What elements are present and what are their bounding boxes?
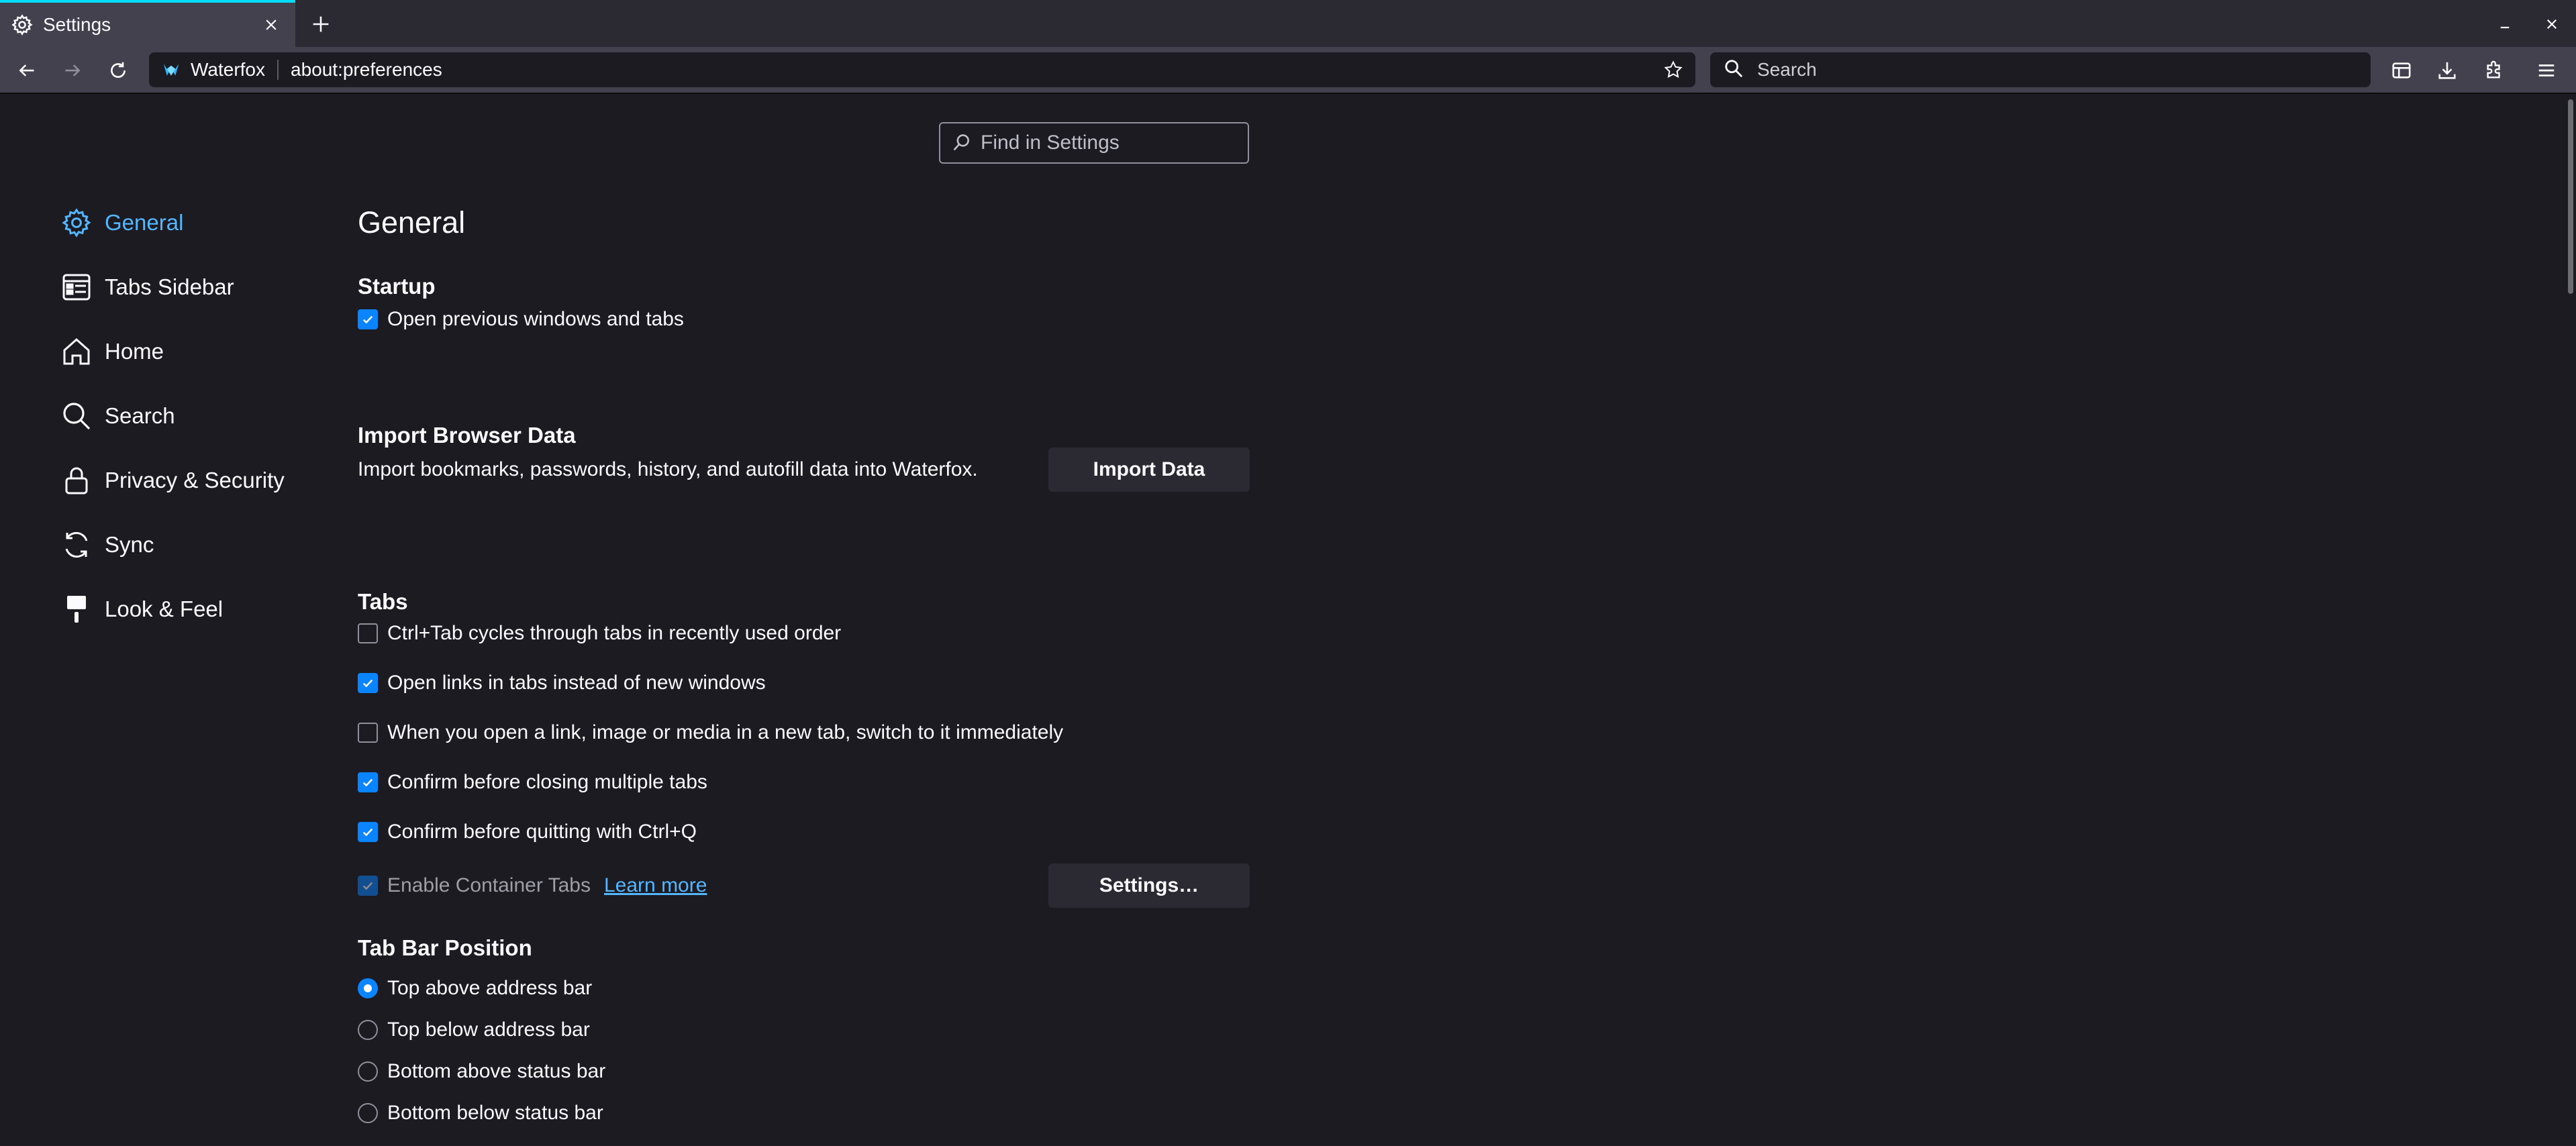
gear-icon xyxy=(11,13,34,36)
minimize-button[interactable] xyxy=(2491,11,2518,38)
preferences-page: General Tabs Sidebar Home Search Privacy… xyxy=(0,94,2576,1146)
radio-row[interactable]: Bottom below status bar xyxy=(358,1098,603,1128)
ctrl-tab-checkbox-row[interactable]: Ctrl+Tab cycles through tabs in recently… xyxy=(358,619,841,648)
hamburger-menu-icon xyxy=(2536,60,2557,81)
top-below-radio[interactable] xyxy=(358,1020,378,1040)
tabs-sidebar-icon xyxy=(59,270,94,305)
learn-more-link[interactable]: Learn more xyxy=(604,874,707,897)
forward-button[interactable] xyxy=(56,55,89,86)
category-home[interactable]: Home xyxy=(59,331,164,372)
radio-row[interactable]: Top above address bar xyxy=(358,974,592,1003)
radio-row[interactable]: Top below address bar xyxy=(358,1015,590,1045)
url-bar[interactable]: Waterfox about:preferences xyxy=(149,52,1695,87)
tab-settings[interactable]: Settings xyxy=(0,0,295,47)
gear-icon xyxy=(59,205,94,240)
waterfox-logo-icon xyxy=(161,60,181,80)
url-text[interactable]: about:preferences xyxy=(291,59,1656,81)
lock-icon xyxy=(59,463,94,498)
category-label: Look & Feel xyxy=(105,596,224,621)
container-tabs-checkbox[interactable] xyxy=(358,876,378,896)
sidebar-icon xyxy=(2391,60,2412,81)
category-privacy-security[interactable]: Privacy & Security xyxy=(59,460,285,501)
switch-to-tab-checkbox-row[interactable]: When you open a link, image or media in … xyxy=(358,718,1063,747)
category-label: Search xyxy=(105,403,175,428)
category-search[interactable]: Search xyxy=(59,396,175,436)
tab-title: Settings xyxy=(43,14,111,35)
checkbox-label: Enable Container Tabs xyxy=(387,874,591,896)
find-in-settings[interactable] xyxy=(939,122,1249,164)
category-tabs-sidebar[interactable]: Tabs Sidebar xyxy=(59,267,234,307)
radio-label: Top below address bar xyxy=(387,1019,590,1041)
search-icon xyxy=(59,399,94,433)
app-menu-button[interactable] xyxy=(2530,55,2563,86)
confirm-close-tabs-checkbox[interactable] xyxy=(358,772,378,792)
close-window-button[interactable] xyxy=(2538,11,2565,38)
navigation-toolbar: Waterfox about:preferences xyxy=(0,47,2576,94)
tab-strip: Settings xyxy=(0,0,2576,47)
category-label: Home xyxy=(105,339,164,364)
import-heading: Import Browser Data xyxy=(358,423,576,448)
confirm-close-tabs-checkbox-row[interactable]: Confirm before closing multiple tabs xyxy=(358,768,707,797)
category-look-feel[interactable]: Look & Feel xyxy=(59,589,223,629)
search-bar[interactable] xyxy=(1710,52,2371,87)
checkbox-label: Ctrl+Tab cycles through tabs in recently… xyxy=(387,622,842,644)
page-title: General xyxy=(358,205,466,240)
tabs-heading: Tabs xyxy=(358,589,408,614)
back-button[interactable] xyxy=(11,55,43,86)
close-tab-icon[interactable] xyxy=(258,11,285,38)
search-icon xyxy=(952,133,973,153)
confirm-quit-checkbox-row[interactable]: Confirm before quitting with Ctrl+Q xyxy=(358,817,697,847)
category-general[interactable]: General xyxy=(59,203,183,243)
ctrl-tab-checkbox[interactable] xyxy=(358,623,378,643)
checkbox-label: Open links in tabs instead of new window… xyxy=(387,672,766,694)
sidebar-toggle-button[interactable] xyxy=(2385,55,2418,86)
category-label: General xyxy=(105,210,184,235)
checkbox-label: Confirm before quitting with Ctrl+Q xyxy=(387,821,697,843)
startup-heading: Startup xyxy=(358,274,436,299)
links-in-tabs-checkbox[interactable] xyxy=(358,673,378,693)
confirm-quit-checkbox[interactable] xyxy=(358,822,378,842)
site-identity[interactable]: Waterfox xyxy=(161,60,279,80)
checkbox-label: When you open a link, image or media in … xyxy=(387,721,1064,743)
category-label: Privacy & Security xyxy=(105,468,285,492)
search-icon xyxy=(1724,58,1746,81)
restore-session-label: Open previous windows and tabs xyxy=(387,308,684,330)
bottom-below-radio[interactable] xyxy=(358,1103,378,1123)
container-tabs-checkbox-row[interactable]: Enable Container Tabs Learn more xyxy=(358,871,707,900)
sync-icon xyxy=(59,527,94,562)
restore-session-checkbox-row[interactable]: Open previous windows and tabs xyxy=(358,305,684,334)
import-data-button[interactable]: Import Data xyxy=(1048,448,1250,492)
identity-label: Waterfox xyxy=(191,60,279,80)
puzzle-piece-icon xyxy=(2484,60,2504,81)
radio-label: Bottom above status bar xyxy=(387,1060,606,1082)
download-icon xyxy=(2437,60,2457,81)
radio-label: Top above address bar xyxy=(387,977,593,999)
radio-row[interactable]: Bottom above status bar xyxy=(358,1057,605,1086)
bottom-above-radio[interactable] xyxy=(358,1061,378,1082)
import-description-row: Import bookmarks, passwords, history, an… xyxy=(358,455,978,484)
tab-bar-position-heading: Tab Bar Position xyxy=(358,935,532,960)
container-settings-button[interactable]: Settings… xyxy=(1048,864,1250,908)
scrollbar-thumb[interactable] xyxy=(2568,99,2573,294)
new-tab-button[interactable] xyxy=(306,9,336,39)
category-sync[interactable]: Sync xyxy=(59,525,154,565)
paintbrush-icon xyxy=(59,592,94,627)
switch-to-tab-checkbox[interactable] xyxy=(358,723,378,743)
web-search-input[interactable] xyxy=(1756,58,2349,81)
scrollbar[interactable] xyxy=(2564,94,2576,1146)
category-label: Tabs Sidebar xyxy=(105,274,234,299)
restore-session-checkbox[interactable] xyxy=(358,309,378,329)
top-above-radio[interactable] xyxy=(358,978,378,998)
home-icon xyxy=(59,334,94,369)
find-in-settings-input[interactable] xyxy=(979,131,1237,155)
links-in-tabs-checkbox-row[interactable]: Open links in tabs instead of new window… xyxy=(358,668,766,698)
import-description: Import bookmarks, passwords, history, an… xyxy=(358,458,978,480)
category-label: Sync xyxy=(105,532,154,557)
reload-button[interactable] xyxy=(102,55,134,86)
checkbox-label: Confirm before closing multiple tabs xyxy=(387,771,707,793)
extensions-button[interactable] xyxy=(2478,55,2510,86)
radio-label: Bottom below status bar xyxy=(387,1102,603,1124)
downloads-button[interactable] xyxy=(2431,55,2463,86)
bookmark-star-icon[interactable] xyxy=(1656,53,1690,87)
